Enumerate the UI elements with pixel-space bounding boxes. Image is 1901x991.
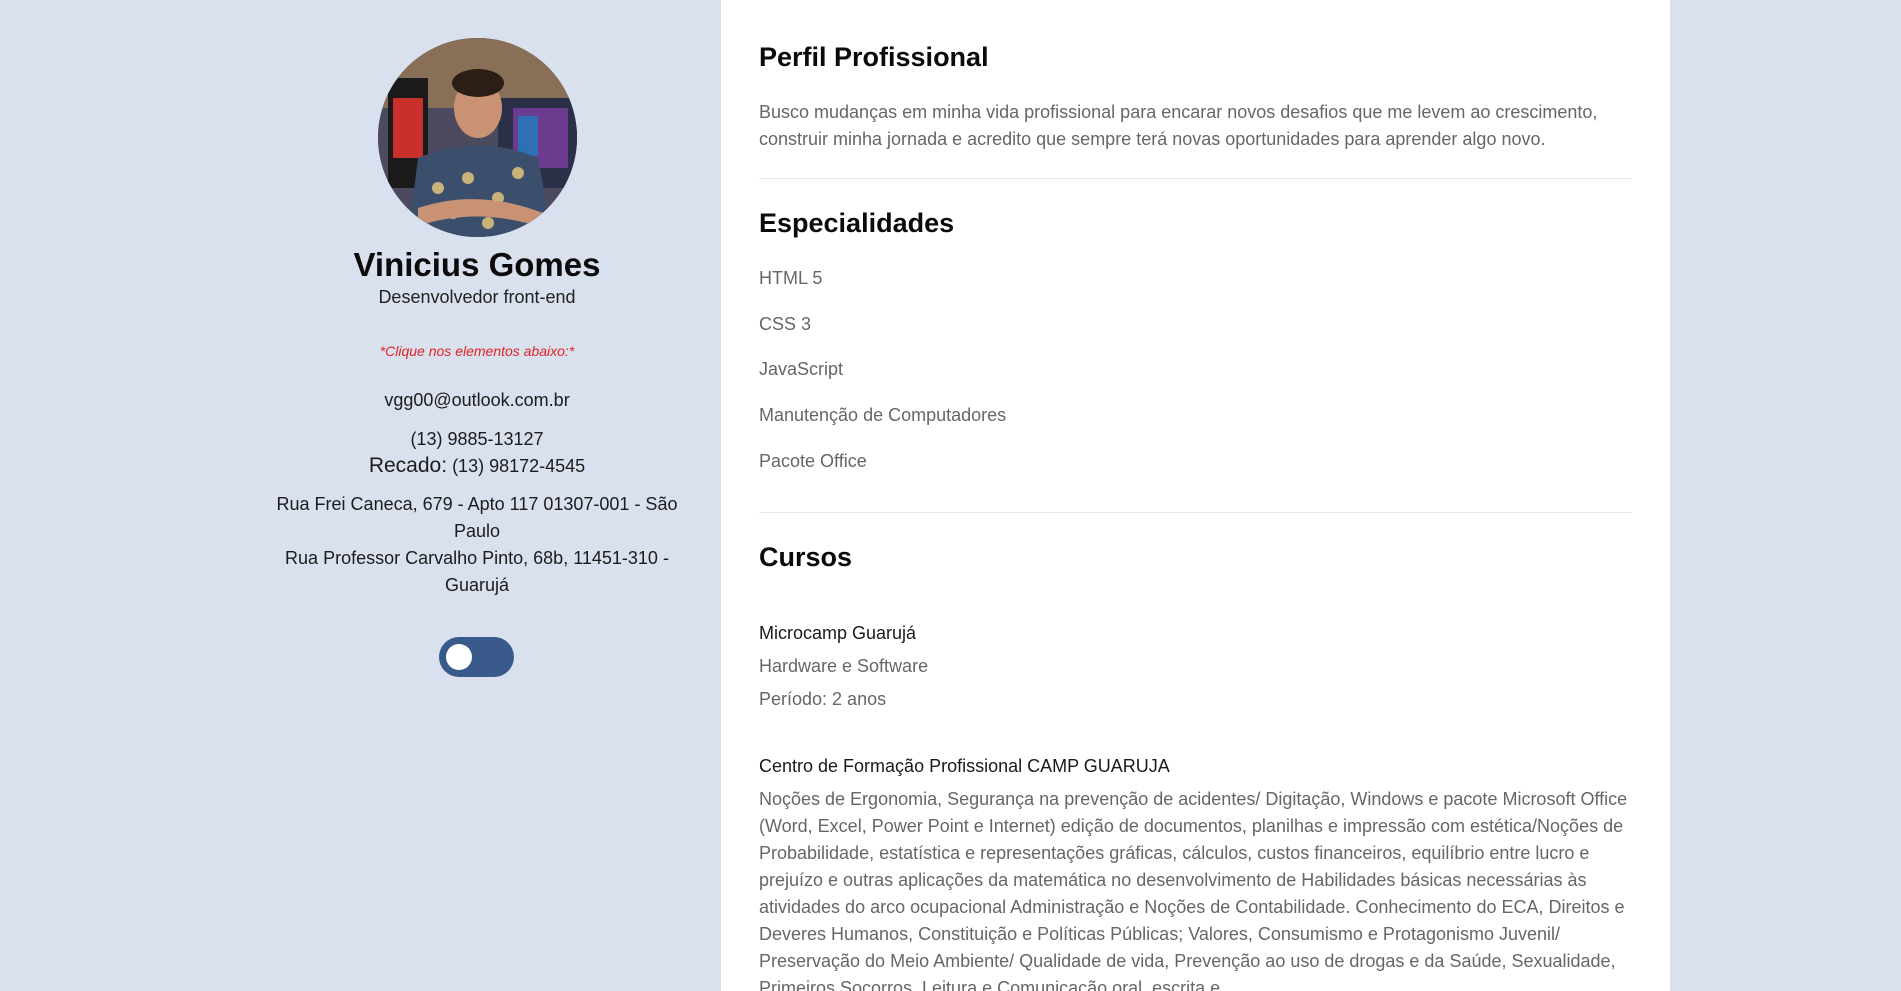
recado-label: Recado:: [368, 454, 448, 477]
address-line-2[interactable]: Rua Professor Carvalho Pinto, 68b, 11451…: [270, 545, 684, 599]
perfil-text: Busco mudanças em minha vida profissiona…: [759, 102, 1598, 149]
main-card: Perfil Profissional Busco mudanças em mi…: [721, 0, 1670, 991]
skill-item: CSS 3: [759, 314, 812, 334]
address-line-1[interactable]: Rua Frei Caneca, 679 - Apto 117 01307-00…: [270, 491, 684, 545]
skill-item: HTML 5: [759, 268, 823, 288]
avatar-photo: [378, 38, 577, 237]
address-block: Rua Frei Caneca, 679 - Apto 117 01307-00…: [270, 491, 684, 599]
course-description: Noções de Ergonomia, Segurança na preven…: [759, 789, 1628, 991]
course-period: Período: 2 anos: [759, 689, 887, 709]
sidebar: Vinicius Gomes Desenvolvedor front-end *…: [0, 0, 721, 991]
recado-number[interactable]: (13) 98172-4545: [452, 456, 585, 476]
section-title-cursos: Cursos: [759, 542, 853, 572]
skill-item: Pacote Office: [759, 451, 867, 471]
divider: [759, 178, 1632, 179]
course-institution: Microcamp Guarujá: [759, 623, 917, 643]
course-name: Hardware e Software: [759, 656, 929, 676]
section-title-perfil: Perfil Profissional: [759, 42, 989, 72]
section-title-especialidades: Especialidades: [759, 208, 955, 238]
avatar: [378, 38, 577, 237]
course-institution: Centro de Formação Profissional CAMP GUA…: [759, 756, 1170, 776]
page: Vinicius Gomes Desenvolvedor front-end *…: [0, 0, 1901, 991]
toggle-knob: [446, 644, 472, 670]
skill-item: Manutenção de Computadores: [759, 405, 1007, 425]
divider: [759, 512, 1632, 513]
skill-item: JavaScript: [759, 359, 844, 379]
theme-toggle[interactable]: [439, 637, 514, 677]
